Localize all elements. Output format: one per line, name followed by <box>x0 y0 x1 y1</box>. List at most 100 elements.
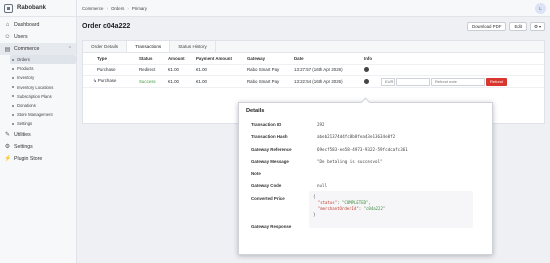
info-button[interactable] <box>364 65 369 76</box>
detail-label: Gateway Message <box>251 158 289 164</box>
tab-order-details[interactable]: Order Details <box>83 41 128 52</box>
column-header-date: Date <box>294 55 304 61</box>
sidebar-item-subscription-plans[interactable]: Subscription Plans <box>10 92 76 101</box>
cell-type: ↳ Purchase <box>93 78 117 84</box>
cell-amount: €1.00 <box>168 78 179 84</box>
cell-payment-amount: €1.00 <box>196 78 207 84</box>
detail-row-transaction-id: Transaction ID 292 <box>251 119 484 131</box>
bullet-icon <box>12 113 14 116</box>
settings-menu-button[interactable]: ⚙ ▾ <box>530 22 545 31</box>
breadcrumb-primary[interactable]: Primary <box>132 6 147 11</box>
detail-row-note: Note <box>251 168 484 180</box>
column-header-payment-amount: Payment Amount <box>196 55 232 61</box>
popover-title: Details <box>246 108 265 114</box>
chevron-down-icon: ▾ <box>538 24 541 29</box>
detail-label: Note <box>251 171 261 177</box>
sidebar-item-label: Dashboard <box>14 22 40 28</box>
tab-transactions[interactable]: Transactions <box>127 41 171 52</box>
avatar[interactable]: L <box>535 3 546 14</box>
bullet-icon <box>12 122 14 125</box>
details-popover: Details Transaction ID 292 Transaction Ha… <box>238 97 493 255</box>
tab-status-history[interactable]: Status History <box>170 41 216 52</box>
sidebar-item-label: Subscription Plans <box>17 93 52 99</box>
sidebar-item-donations[interactable]: Donations <box>10 101 76 110</box>
detail-label: Gateway Code <box>251 183 282 189</box>
users-icon: ☺ <box>4 34 11 40</box>
cell-date: 13:22:54 (16th Apr 2026) <box>294 78 343 84</box>
sidebar-item-label: Products <box>17 66 34 72</box>
sidebar-item-label: Settings <box>17 121 33 127</box>
sidebar-item-label: Users <box>14 34 28 40</box>
sidebar-item-label: Utilities <box>14 131 31 138</box>
cell-amount: €1.00 <box>168 67 179 73</box>
detail-label: Gateway Reference <box>251 146 292 152</box>
column-header-type: Type <box>97 55 107 61</box>
breadcrumb-separator-icon: › <box>106 5 108 11</box>
page-actions: Download PDF Edit ⚙ ▾ <box>466 22 545 31</box>
site-name: Rabobank <box>17 5 47 11</box>
json-merchant-line: "merchantOrderId": "c04a222" <box>317 206 386 211</box>
sidebar-item-users[interactable]: ☺ Users <box>0 31 76 43</box>
cell-gateway: Rabo Smart Pay <box>247 78 280 84</box>
refund-currency-label: EUR <box>381 77 395 86</box>
sidebar-item-inventory[interactable]: Inventory <box>10 73 76 82</box>
sidebar-item-plugin-store[interactable]: ⚡ Plugin Store <box>0 153 76 165</box>
detail-label: Converted Price <box>251 195 285 201</box>
detail-value: null <box>317 183 328 189</box>
detail-label: Transaction Hash <box>251 134 288 140</box>
detail-value: 69ecf583-ee58-4973-9322-59fcdcafc361 <box>317 146 408 152</box>
gear-icon: ⚙ <box>534 23 538 29</box>
sidebar-item-orders[interactable]: Orders <box>10 55 76 65</box>
table-row: ↳ Purchase Success €1.00 €1.00 Rabo Smar… <box>83 76 544 88</box>
cell-status: Redirect <box>139 67 156 73</box>
info-button[interactable] <box>364 76 369 87</box>
sidebar-item-label: Inventory <box>17 75 35 81</box>
sidebar-item-label: Inventory Locations <box>17 84 54 90</box>
chevron-up-icon: ⌃ <box>67 46 72 52</box>
breadcrumb-separator-icon: › <box>127 5 129 11</box>
refund-note-input[interactable]: Refund note <box>431 77 485 86</box>
sidebar-item-dashboard[interactable]: ⌂ Dashboard <box>0 19 76 31</box>
cell-date: 13:27:57 (16th Apr 2026) <box>294 67 343 73</box>
cell-payment-amount: €1.00 <box>196 67 207 73</box>
refund-amount-input[interactable] <box>396 77 430 86</box>
json-status-line: "status": "COMPLETED", <box>317 200 371 205</box>
column-header-gateway: Gateway <box>247 55 266 61</box>
sidebar-item-utilities[interactable]: ✎ Utilities <box>0 129 76 141</box>
refund-button[interactable]: Refund <box>486 77 507 86</box>
sidebar-item-label: Commerce <box>14 46 40 52</box>
sidebar-item-products[interactable]: Products <box>10 64 76 73</box>
bullet-icon <box>12 86 14 89</box>
sidebar-item-label: Donations <box>17 103 36 109</box>
download-pdf-button[interactable]: Download PDF <box>466 22 507 31</box>
wrench-icon: ✎ <box>4 132 11 138</box>
main-nav: ⌂ Dashboard ☺ Users ▤ Commerce ⌃ Orders Prod… <box>0 17 76 165</box>
sidebar-item-label: Plugin Store <box>14 155 43 162</box>
breadcrumb-orders[interactable]: Orders <box>111 6 124 11</box>
column-header-info: Info <box>364 55 373 61</box>
sidebar-item-commerce-settings[interactable]: Settings <box>10 119 76 128</box>
sidebar-item-inventory-locations[interactable]: Inventory Locations <box>10 83 76 92</box>
sidebar-item-settings[interactable]: ⚙ Settings <box>0 141 76 153</box>
column-header-amount: Amount <box>168 55 185 61</box>
detail-value: abeb21374d4fc8b8fea43e13634e8f2 <box>317 134 396 140</box>
plug-icon: ⚡ <box>4 156 12 162</box>
detail-label: Transaction ID <box>251 122 282 127</box>
sidebar-item-store-management[interactable]: Store Management <box>10 110 76 119</box>
table-header: Type Status Amount Payment Amount Gatewa… <box>83 53 544 65</box>
sidebar-item-label: Settings <box>14 143 33 150</box>
edit-button[interactable]: Edit <box>509 22 528 31</box>
bullet-icon <box>12 67 14 70</box>
sidebar-item-commerce[interactable]: ▤ Commerce ⌃ <box>0 43 76 55</box>
gateway-response-label: Gateway Response <box>251 224 292 229</box>
gateway-response-code: { "status": "COMPLETED", "merchantOrderI… <box>309 191 473 228</box>
info-icon <box>364 67 369 73</box>
breadcrumb-commerce[interactable]: Commerce <box>82 6 103 11</box>
commerce-subnav: Orders Products Inventory Inventory Loca… <box>0 55 76 129</box>
site-logo-icon <box>4 3 13 13</box>
bullet-icon <box>12 104 14 107</box>
json-line: } <box>313 212 316 217</box>
home-icon: ⌂ <box>5 22 10 28</box>
top-bar: Commerce › Orders › Primary L <box>77 0 550 17</box>
bullet-icon <box>12 58 14 61</box>
